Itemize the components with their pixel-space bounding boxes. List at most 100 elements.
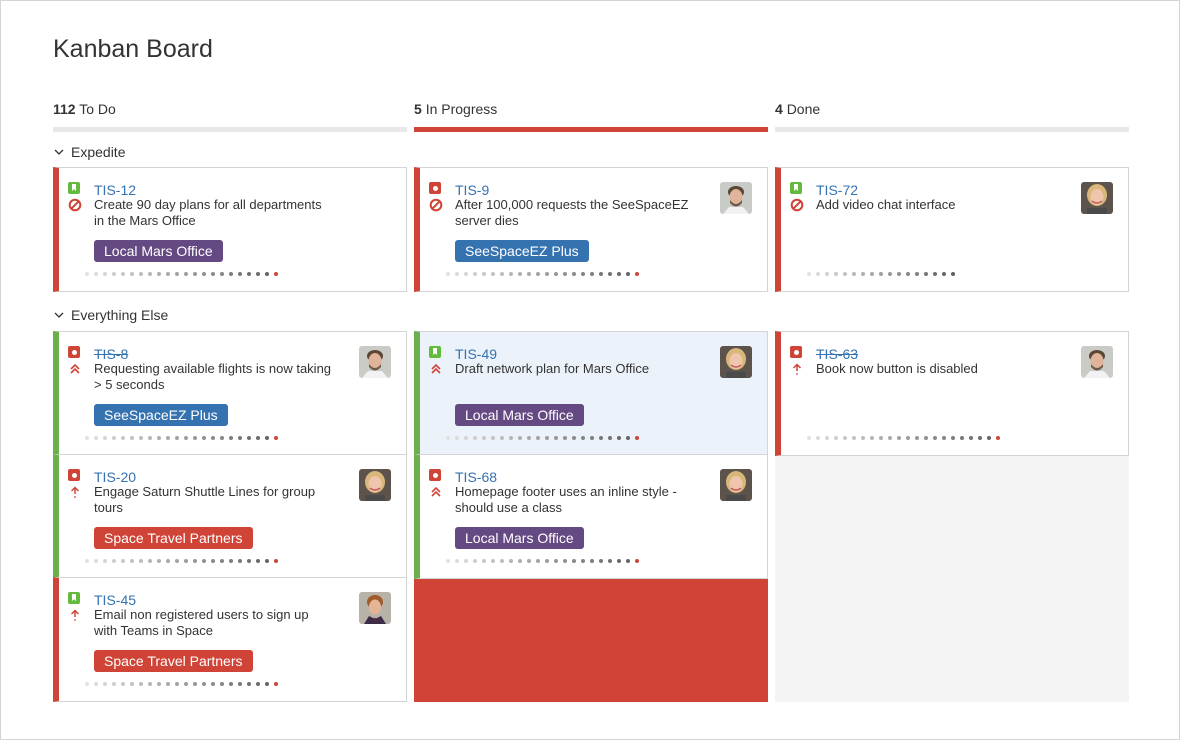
day-dot — [256, 436, 260, 440]
day-dot — [446, 272, 450, 276]
man-avatar[interactable] — [359, 346, 391, 378]
day-dot — [473, 436, 477, 440]
column-overflow-indicator — [414, 579, 768, 702]
day-dot — [121, 436, 125, 440]
day-dot — [166, 682, 170, 686]
day-dot — [175, 559, 179, 563]
issue-card[interactable]: TIS-68 Homepage footer uses an inline sty… — [414, 454, 768, 579]
day-dot — [175, 272, 179, 276]
day-dot — [247, 436, 251, 440]
day-dot — [265, 272, 269, 276]
day-dot — [554, 436, 558, 440]
day-dot — [987, 436, 991, 440]
day-dot — [220, 272, 224, 276]
day-dot — [193, 682, 197, 686]
day-dot — [897, 272, 901, 276]
day-dot — [807, 436, 811, 440]
epic-label[interactable]: SeeSpaceEZ Plus — [94, 404, 228, 426]
issue-summary: Engage Saturn Shuttle Lines for group to… — [94, 484, 316, 515]
swimlane-label: Expedite — [71, 144, 126, 160]
issue-card[interactable]: TIS-9 After 100,000 requests the SeeSpace… — [414, 167, 768, 292]
day-dot — [112, 272, 116, 276]
issue-key-link[interactable]: TIS-72 — [816, 182, 858, 198]
days-in-column-indicator — [446, 559, 639, 563]
day-dot — [229, 436, 233, 440]
issue-key-link[interactable]: TIS-20 — [94, 469, 136, 485]
issue-key-link[interactable]: TIS-8 — [94, 346, 128, 362]
epic-label[interactable]: Space Travel Partners — [94, 527, 253, 549]
days-in-column-indicator — [807, 436, 1000, 440]
day-dot — [545, 272, 549, 276]
epic-label[interactable]: Space Travel Partners — [94, 650, 253, 672]
page-title: Kanban Board — [53, 35, 213, 63]
bug-icon — [429, 182, 441, 194]
issue-card[interactable]: TIS-20 Engage Saturn Shuttle Lines for gr… — [53, 454, 407, 579]
day-dot — [121, 272, 125, 276]
day-dot — [85, 559, 89, 563]
day-dot — [130, 559, 134, 563]
issue-card[interactable]: TIS-12 Create 90 day plans for all depart… — [53, 167, 407, 292]
woman-avatar[interactable] — [1081, 182, 1113, 214]
issue-card[interactable]: TIS-72 Add video chat interface — [775, 167, 1129, 292]
day-dot — [500, 272, 504, 276]
chevron-down-icon — [54, 149, 64, 155]
woman-avatar[interactable] — [720, 469, 752, 501]
day-dot — [455, 436, 459, 440]
epic-label[interactable]: SeeSpaceEZ Plus — [455, 240, 589, 262]
issue-card[interactable]: TIS-49 Draft network plan for Mars Office… — [414, 331, 768, 456]
day-dot — [617, 559, 621, 563]
day-dot — [193, 436, 197, 440]
day-dot — [85, 436, 89, 440]
blocker-icon — [68, 198, 82, 212]
man-avatar[interactable] — [1081, 346, 1113, 378]
day-dot — [139, 682, 143, 686]
day-dot — [85, 272, 89, 276]
card-icons — [790, 346, 804, 376]
issue-card[interactable]: TIS-63 Book now button is disabled — [775, 331, 1129, 456]
man2-avatar[interactable] — [359, 592, 391, 624]
issue-key-link[interactable]: TIS-12 — [94, 182, 136, 198]
man-avatar[interactable] — [720, 182, 752, 214]
issue-key-link[interactable]: TIS-45 — [94, 592, 136, 608]
issue-key-link[interactable]: TIS-68 — [455, 469, 497, 485]
day-dot — [265, 682, 269, 686]
day-dot — [157, 682, 161, 686]
card-icons — [429, 469, 443, 499]
day-dot — [130, 436, 134, 440]
day-dot — [211, 682, 215, 686]
issue-key-link[interactable]: TIS-49 — [455, 346, 497, 362]
day-dot — [626, 559, 630, 563]
day-dot — [545, 436, 549, 440]
day-dot — [581, 272, 585, 276]
day-dot — [166, 559, 170, 563]
day-dot — [148, 559, 152, 563]
epic-label[interactable]: Local Mars Office — [94, 240, 223, 262]
issue-card[interactable]: TIS-45 Email non registered users to sign… — [53, 577, 407, 702]
day-dot — [482, 559, 486, 563]
epic-label[interactable]: Local Mars Office — [455, 527, 584, 549]
day-dot — [202, 436, 206, 440]
day-dot — [121, 559, 125, 563]
swimlane-header-expedite[interactable]: Expedite — [53, 144, 125, 160]
issue-key-link[interactable]: TIS-63 — [816, 346, 858, 362]
day-dot — [491, 559, 495, 563]
issue-card[interactable]: TIS-8 Requesting available flights is now… — [53, 331, 407, 456]
epic-label[interactable]: Local Mars Office — [455, 404, 584, 426]
day-dot — [879, 436, 883, 440]
day-dot — [139, 559, 143, 563]
issue-key-link[interactable]: TIS-9 — [455, 182, 489, 198]
woman-avatar[interactable] — [720, 346, 752, 378]
day-dot — [554, 272, 558, 276]
day-dot — [816, 436, 820, 440]
issue-summary: Homepage footer uses an inline style - s… — [455, 484, 677, 515]
day-dot — [211, 559, 215, 563]
day-dot — [581, 436, 585, 440]
day-dot — [635, 272, 639, 276]
day-dot — [500, 436, 504, 440]
column-header-done: 4 Done — [775, 101, 820, 117]
day-dot — [599, 559, 603, 563]
woman-avatar[interactable] — [359, 469, 391, 501]
day-dot — [978, 436, 982, 440]
days-in-column-indicator — [446, 436, 639, 440]
swimlane-header-everything-else[interactable]: Everything Else — [53, 307, 168, 323]
